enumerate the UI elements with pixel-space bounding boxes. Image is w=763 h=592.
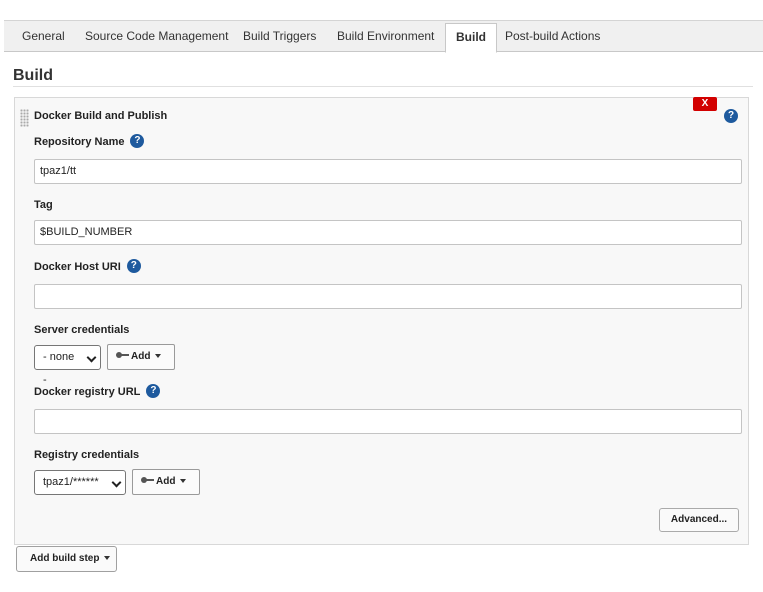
chevron-down-icon bbox=[111, 477, 122, 488]
tab-build[interactable]: Build bbox=[445, 23, 497, 53]
registry-credentials-label: Registry credentials bbox=[34, 449, 140, 461]
docker-host-uri-input[interactable] bbox=[34, 284, 742, 309]
tab-build-triggers[interactable]: Build Triggers bbox=[233, 21, 326, 52]
caret-down-icon bbox=[155, 354, 162, 359]
section-divider bbox=[13, 86, 753, 87]
config-tab-bar: General Source Code Management Build Tri… bbox=[4, 20, 763, 53]
step-title: Docker Build and Publish bbox=[34, 110, 168, 122]
help-icon[interactable]: ? bbox=[126, 259, 141, 273]
tab-source-code-management[interactable]: Source Code Management bbox=[75, 21, 238, 52]
registry-credentials-add-button[interactable]: Add bbox=[132, 469, 200, 495]
build-step-docker: Docker Build and Publish X ? Repository … bbox=[14, 97, 749, 545]
caret-down-icon bbox=[104, 556, 111, 561]
server-credentials-add-button[interactable]: Add bbox=[107, 344, 175, 370]
repository-name-label: Repository Name? bbox=[34, 134, 145, 149]
key-icon bbox=[116, 352, 130, 359]
help-icon[interactable]: ? bbox=[130, 134, 145, 148]
drag-handle-icon[interactable] bbox=[20, 109, 29, 127]
add-build-step-button[interactable]: Add build step bbox=[16, 546, 117, 572]
key-icon bbox=[141, 477, 155, 484]
server-credentials-label: Server credentials bbox=[34, 324, 130, 336]
tab-post-build-actions[interactable]: Post-build Actions bbox=[495, 21, 610, 52]
job-config-page: General Source Code Management Build Tri… bbox=[4, 0, 763, 592]
server-credentials-select[interactable]: - none - bbox=[34, 345, 101, 386]
section-title: Build bbox=[13, 67, 53, 84]
registry-credentials-select[interactable]: tpaz1/****** bbox=[34, 470, 126, 495]
tag-label: Tag bbox=[34, 199, 53, 211]
caret-down-icon bbox=[180, 479, 187, 484]
docker-host-uri-label: Docker Host URI? bbox=[34, 259, 141, 274]
docker-registry-url-input[interactable] bbox=[34, 409, 742, 434]
tag-input[interactable]: $BUILD_NUMBER bbox=[34, 220, 742, 245]
docker-registry-url-label: Docker registry URL? bbox=[34, 384, 161, 399]
advanced-button[interactable]: Advanced... bbox=[659, 508, 739, 532]
help-icon[interactable]: ? bbox=[146, 384, 161, 398]
delete-step-button[interactable]: X bbox=[693, 97, 717, 111]
chevron-down-icon bbox=[86, 352, 97, 363]
help-icon[interactable]: ? bbox=[724, 109, 738, 123]
tab-build-environment[interactable]: Build Environment bbox=[327, 21, 444, 52]
tab-general[interactable]: General bbox=[12, 21, 75, 52]
repository-name-input[interactable]: tpaz1/tt bbox=[34, 159, 742, 184]
